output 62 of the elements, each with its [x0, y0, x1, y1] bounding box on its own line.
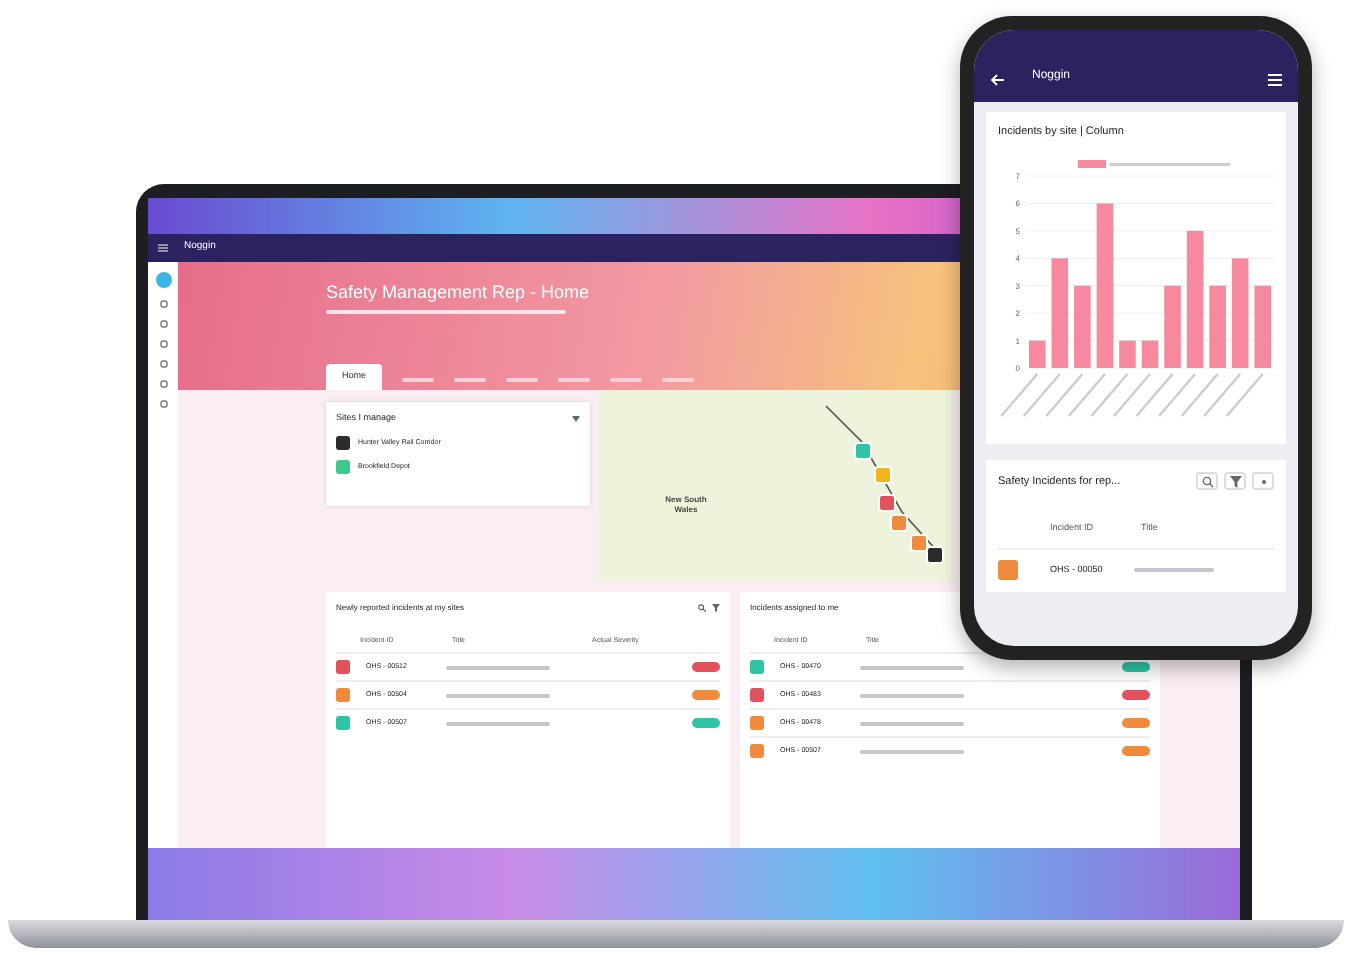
- illegible-axis-label: [1135, 373, 1174, 418]
- severity-pill: [692, 662, 720, 673]
- nav-icon[interactable]: [159, 340, 167, 348]
- bar: [1141, 341, 1159, 369]
- illegible-axis-label: [1045, 373, 1084, 418]
- severity-pill: [692, 718, 720, 729]
- map-marker[interactable]: [878, 494, 896, 512]
- severity-pill: [1122, 662, 1150, 673]
- illegible-text-line: [446, 665, 550, 670]
- menu-icon[interactable]: [1268, 74, 1282, 86]
- caret-icon[interactable]: [572, 415, 580, 422]
- bar: [1029, 341, 1046, 369]
- back-icon[interactable]: [990, 74, 1004, 86]
- nav-icon[interactable]: [159, 300, 167, 308]
- bar: [1051, 258, 1069, 369]
- filter-button[interactable]: [1224, 472, 1246, 491]
- illegible-text-line: [860, 749, 964, 754]
- bar: [1164, 286, 1181, 369]
- severity-pill: [1122, 718, 1150, 729]
- illegible-axis-label: [1000, 373, 1039, 418]
- bar: [1186, 231, 1204, 369]
- map-marker[interactable]: [874, 466, 892, 484]
- illegible-text-line: [446, 721, 550, 726]
- illegible-text-line: [1134, 568, 1215, 572]
- illegible-axis-label: [1022, 373, 1061, 418]
- more-icon: [1257, 475, 1269, 488]
- illegible-axis-label: [1203, 373, 1242, 418]
- nav-icon[interactable]: [159, 320, 167, 328]
- search-icon[interactable]: [698, 604, 706, 612]
- legend-swatch: [1078, 160, 1106, 169]
- nav-icon[interactable]: [159, 380, 167, 388]
- map-marker[interactable]: [926, 546, 944, 564]
- page-title: Safety Management Rep - Home: [326, 282, 590, 304]
- illegible-axis-label: [1113, 373, 1151, 418]
- illegible-axis-label: [1068, 373, 1106, 418]
- map-marker[interactable]: [910, 534, 928, 552]
- filter-icon[interactable]: [712, 604, 720, 612]
- search-icon: [1201, 475, 1213, 488]
- illegible-axis-label: [1090, 373, 1129, 418]
- map-marker[interactable]: [854, 442, 872, 460]
- filter-icon: [1229, 475, 1241, 488]
- illegible-axis-label: [1225, 373, 1264, 418]
- more-button[interactable]: [1252, 472, 1274, 491]
- bar: [1074, 286, 1091, 369]
- nav-icon[interactable]: [159, 400, 167, 408]
- severity-pill: [692, 690, 720, 701]
- map-marker[interactable]: [890, 514, 908, 532]
- bar: [1231, 258, 1249, 369]
- illegible-axis-label: [1158, 373, 1196, 418]
- search-button[interactable]: [1196, 472, 1218, 491]
- illegible-text-line: [860, 665, 964, 670]
- illegible-text-line: [860, 721, 964, 726]
- bar: [1119, 341, 1136, 369]
- illegible-text-line: [446, 693, 550, 698]
- bar: [1254, 286, 1271, 369]
- avatar-icon[interactable]: [155, 272, 171, 288]
- illegible-axis-label: [1180, 373, 1219, 418]
- illegible-text-line: [860, 693, 964, 698]
- bar: [1209, 286, 1226, 369]
- severity-pill: [1122, 690, 1150, 701]
- severity-pill: [1122, 746, 1150, 757]
- nav-icon[interactable]: [159, 360, 167, 368]
